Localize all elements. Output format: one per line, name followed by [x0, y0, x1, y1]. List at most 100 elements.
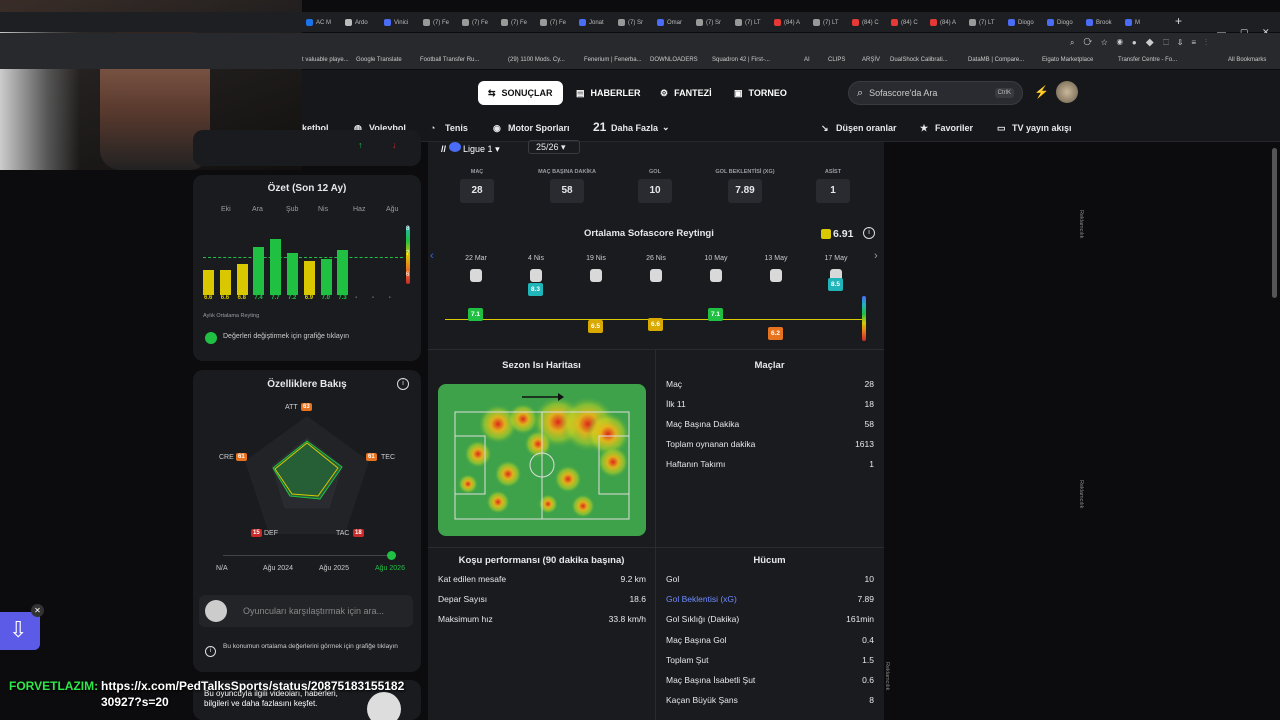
bookmark-item[interactable]: AI — [804, 57, 810, 63]
new-tab-icon[interactable]: + — [1175, 14, 1182, 28]
team-logo-icon[interactable] — [590, 269, 602, 282]
match-rating[interactable]: 6.2 — [768, 326, 783, 340]
match-rating[interactable]: 8.3 — [528, 282, 543, 296]
rating-bar-chart[interactable] — [203, 225, 403, 295]
browser-tab[interactable]: (7) LT — [735, 15, 772, 30]
more-sports[interactable]: Daha Fazla — [611, 123, 658, 133]
team-logo-icon[interactable] — [710, 269, 722, 282]
browser-tab[interactable]: (7) Fe — [540, 15, 577, 30]
tab-label: (84) C — [862, 19, 879, 26]
bookmark-item[interactable]: (29) 1100 Mods. Cy... — [508, 57, 565, 63]
bookmark-item[interactable]: Fenerium | Fenerba... — [584, 57, 642, 63]
rating-bar[interactable] — [203, 269, 214, 295]
address-bar[interactable]: ⌕⟳☆◉●◆⬚⇩≡⋮ — [0, 33, 1280, 53]
bookmark-item[interactable]: DOWNLOADERS — [650, 57, 698, 63]
match-rating[interactable]: 7.1 — [468, 307, 483, 321]
prev-arrow-icon[interactable]: ‹ — [430, 250, 434, 262]
browser-tab[interactable]: Ardo — [345, 15, 382, 30]
bookmark-item[interactable]: Football Transfer Ru... — [420, 57, 479, 63]
tv-schedule[interactable]: TV yayın akışı — [1012, 123, 1072, 133]
browser-tab[interactable]: Brook — [1086, 15, 1123, 30]
sport-tenis[interactable]: Tenis — [445, 123, 468, 133]
bookmark-item[interactable]: ARŞİV — [862, 57, 880, 63]
heatmap[interactable] — [438, 384, 646, 536]
rating-bar[interactable] — [253, 247, 265, 295]
tab-haberler[interactable]: ▤ HABERLER — [566, 81, 651, 105]
browser-tab[interactable]: Vinici — [384, 15, 421, 30]
stat-row-label[interactable]: Gol Beklentisi (xG) — [666, 594, 737, 604]
rating-bar[interactable] — [270, 239, 282, 295]
bookmark-item[interactable]: t valuable playe... — [302, 57, 349, 63]
tab-label: Omar — [667, 19, 682, 26]
season-selector[interactable]: 25/26 ▾ — [528, 140, 580, 154]
download-widget[interactable]: ⇩ — [0, 612, 40, 650]
chevron-down-icon[interactable]: ⌄ — [662, 122, 670, 133]
match-date: 17 May — [824, 255, 848, 262]
team-logo-icon[interactable] — [770, 269, 782, 282]
browser-tab[interactable]: (84) C — [891, 15, 928, 30]
browser-tab[interactable]: Diogo — [1008, 15, 1045, 30]
browser-tab[interactable]: (84) A — [774, 15, 811, 30]
avg-info-icon[interactable]: i — [863, 227, 875, 239]
lightning-icon[interactable]: ⚡ — [1034, 85, 1049, 99]
browser-tab[interactable]: M — [1125, 15, 1162, 30]
bookmark-item[interactable]: CLIPS — [828, 57, 845, 63]
browser-tab[interactable]: Jonat — [579, 15, 616, 30]
bookmark-item[interactable]: DataMB | Compare... — [968, 57, 1024, 63]
match-rating[interactable]: 7.1 — [708, 307, 723, 321]
browser-tab[interactable]: (7) Fe — [501, 15, 538, 30]
rating-bar[interactable] — [236, 264, 248, 295]
browser-tab[interactable]: (7) Fe — [423, 15, 460, 30]
browser-tab[interactable]: Omar — [657, 15, 694, 30]
bar-value-label: - — [388, 295, 391, 301]
toolbar-icons[interactable]: ⌕⟳☆◉●◆⬚⇩≡⋮ — [1070, 38, 1216, 48]
browser-tab[interactable]: (84) A — [930, 15, 967, 30]
rating-bar[interactable] — [287, 253, 298, 295]
avatar[interactable] — [1056, 81, 1078, 103]
tab-torneo[interactable]: ▣ TORNEO — [724, 81, 797, 105]
bookmark-item[interactable]: Transfer Centre - Fo... — [1118, 57, 1177, 63]
browser-tab[interactable]: AC M — [306, 15, 343, 30]
league-selector[interactable]: // Ligue 1 ▾ — [441, 142, 500, 155]
info-icon[interactable]: i — [397, 378, 409, 390]
stat-row: Toplam oynanan dakika 1613 — [666, 439, 874, 449]
timeline-2025: Ağu 2025 — [319, 565, 349, 572]
scrollbar[interactable] — [1272, 148, 1277, 298]
bookmark-item[interactable]: Eigato Marketplace — [1042, 57, 1093, 63]
browser-tab[interactable]: (7) LT — [813, 15, 850, 30]
match-rating[interactable]: 6.6 — [648, 318, 663, 332]
dropping-odds[interactable]: Düşen oranlar — [836, 123, 897, 133]
attribute-pentagon[interactable] — [242, 416, 372, 546]
bookmark-item[interactable]: Google Translate — [356, 57, 402, 63]
close-widget-icon[interactable]: ✕ — [31, 604, 44, 617]
stat-row-value: 0.4 — [862, 634, 874, 645]
team-logo-icon[interactable] — [470, 269, 482, 282]
match-rating[interactable]: 8.5 — [828, 278, 843, 292]
rating-bar[interactable] — [337, 250, 349, 295]
rating-bar[interactable] — [303, 261, 315, 295]
bookmark-item[interactable]: Squadron 42 | First-... — [712, 57, 770, 63]
browser-tab[interactable]: (7) Sr — [618, 15, 655, 30]
browser-tab[interactable]: (7) Fe — [462, 15, 499, 30]
match-rating[interactable]: 6.5 — [588, 320, 603, 334]
timeline-track[interactable] — [223, 555, 391, 556]
browser-tab[interactable]: (84) C — [852, 15, 889, 30]
tab-sonuclar[interactable]: ⇆ SONUÇLAR — [478, 81, 563, 105]
bookmark-item[interactable]: DualShock Calibrati... — [890, 57, 948, 63]
compare-input[interactable]: Oyuncuları karşılaştırmak için ara... — [199, 595, 413, 627]
browser-tab[interactable]: (7) Sr — [696, 15, 733, 30]
rating-bar[interactable] — [219, 269, 231, 295]
sport-motor[interactable]: Motor Sporları — [508, 123, 570, 133]
team-logo-icon[interactable] — [530, 269, 542, 282]
tab-label: M — [1135, 19, 1140, 26]
timeline-handle[interactable] — [387, 551, 396, 560]
favorites[interactable]: Favoriler — [935, 123, 973, 133]
search-input[interactable]: ⌕ Sofascore'da Ara CtrlK — [848, 81, 1023, 105]
tab-fantezi[interactable]: ⚙ FANTEZİ — [650, 81, 722, 105]
browser-tab[interactable]: Diogo — [1047, 15, 1084, 30]
rating-bar[interactable] — [320, 258, 332, 295]
next-arrow-icon[interactable]: › — [874, 250, 878, 262]
browser-tab[interactable]: (7) LT — [969, 15, 1006, 30]
bookmark-item[interactable]: All Bookmarks — [1228, 57, 1266, 63]
team-logo-icon[interactable] — [650, 269, 662, 282]
